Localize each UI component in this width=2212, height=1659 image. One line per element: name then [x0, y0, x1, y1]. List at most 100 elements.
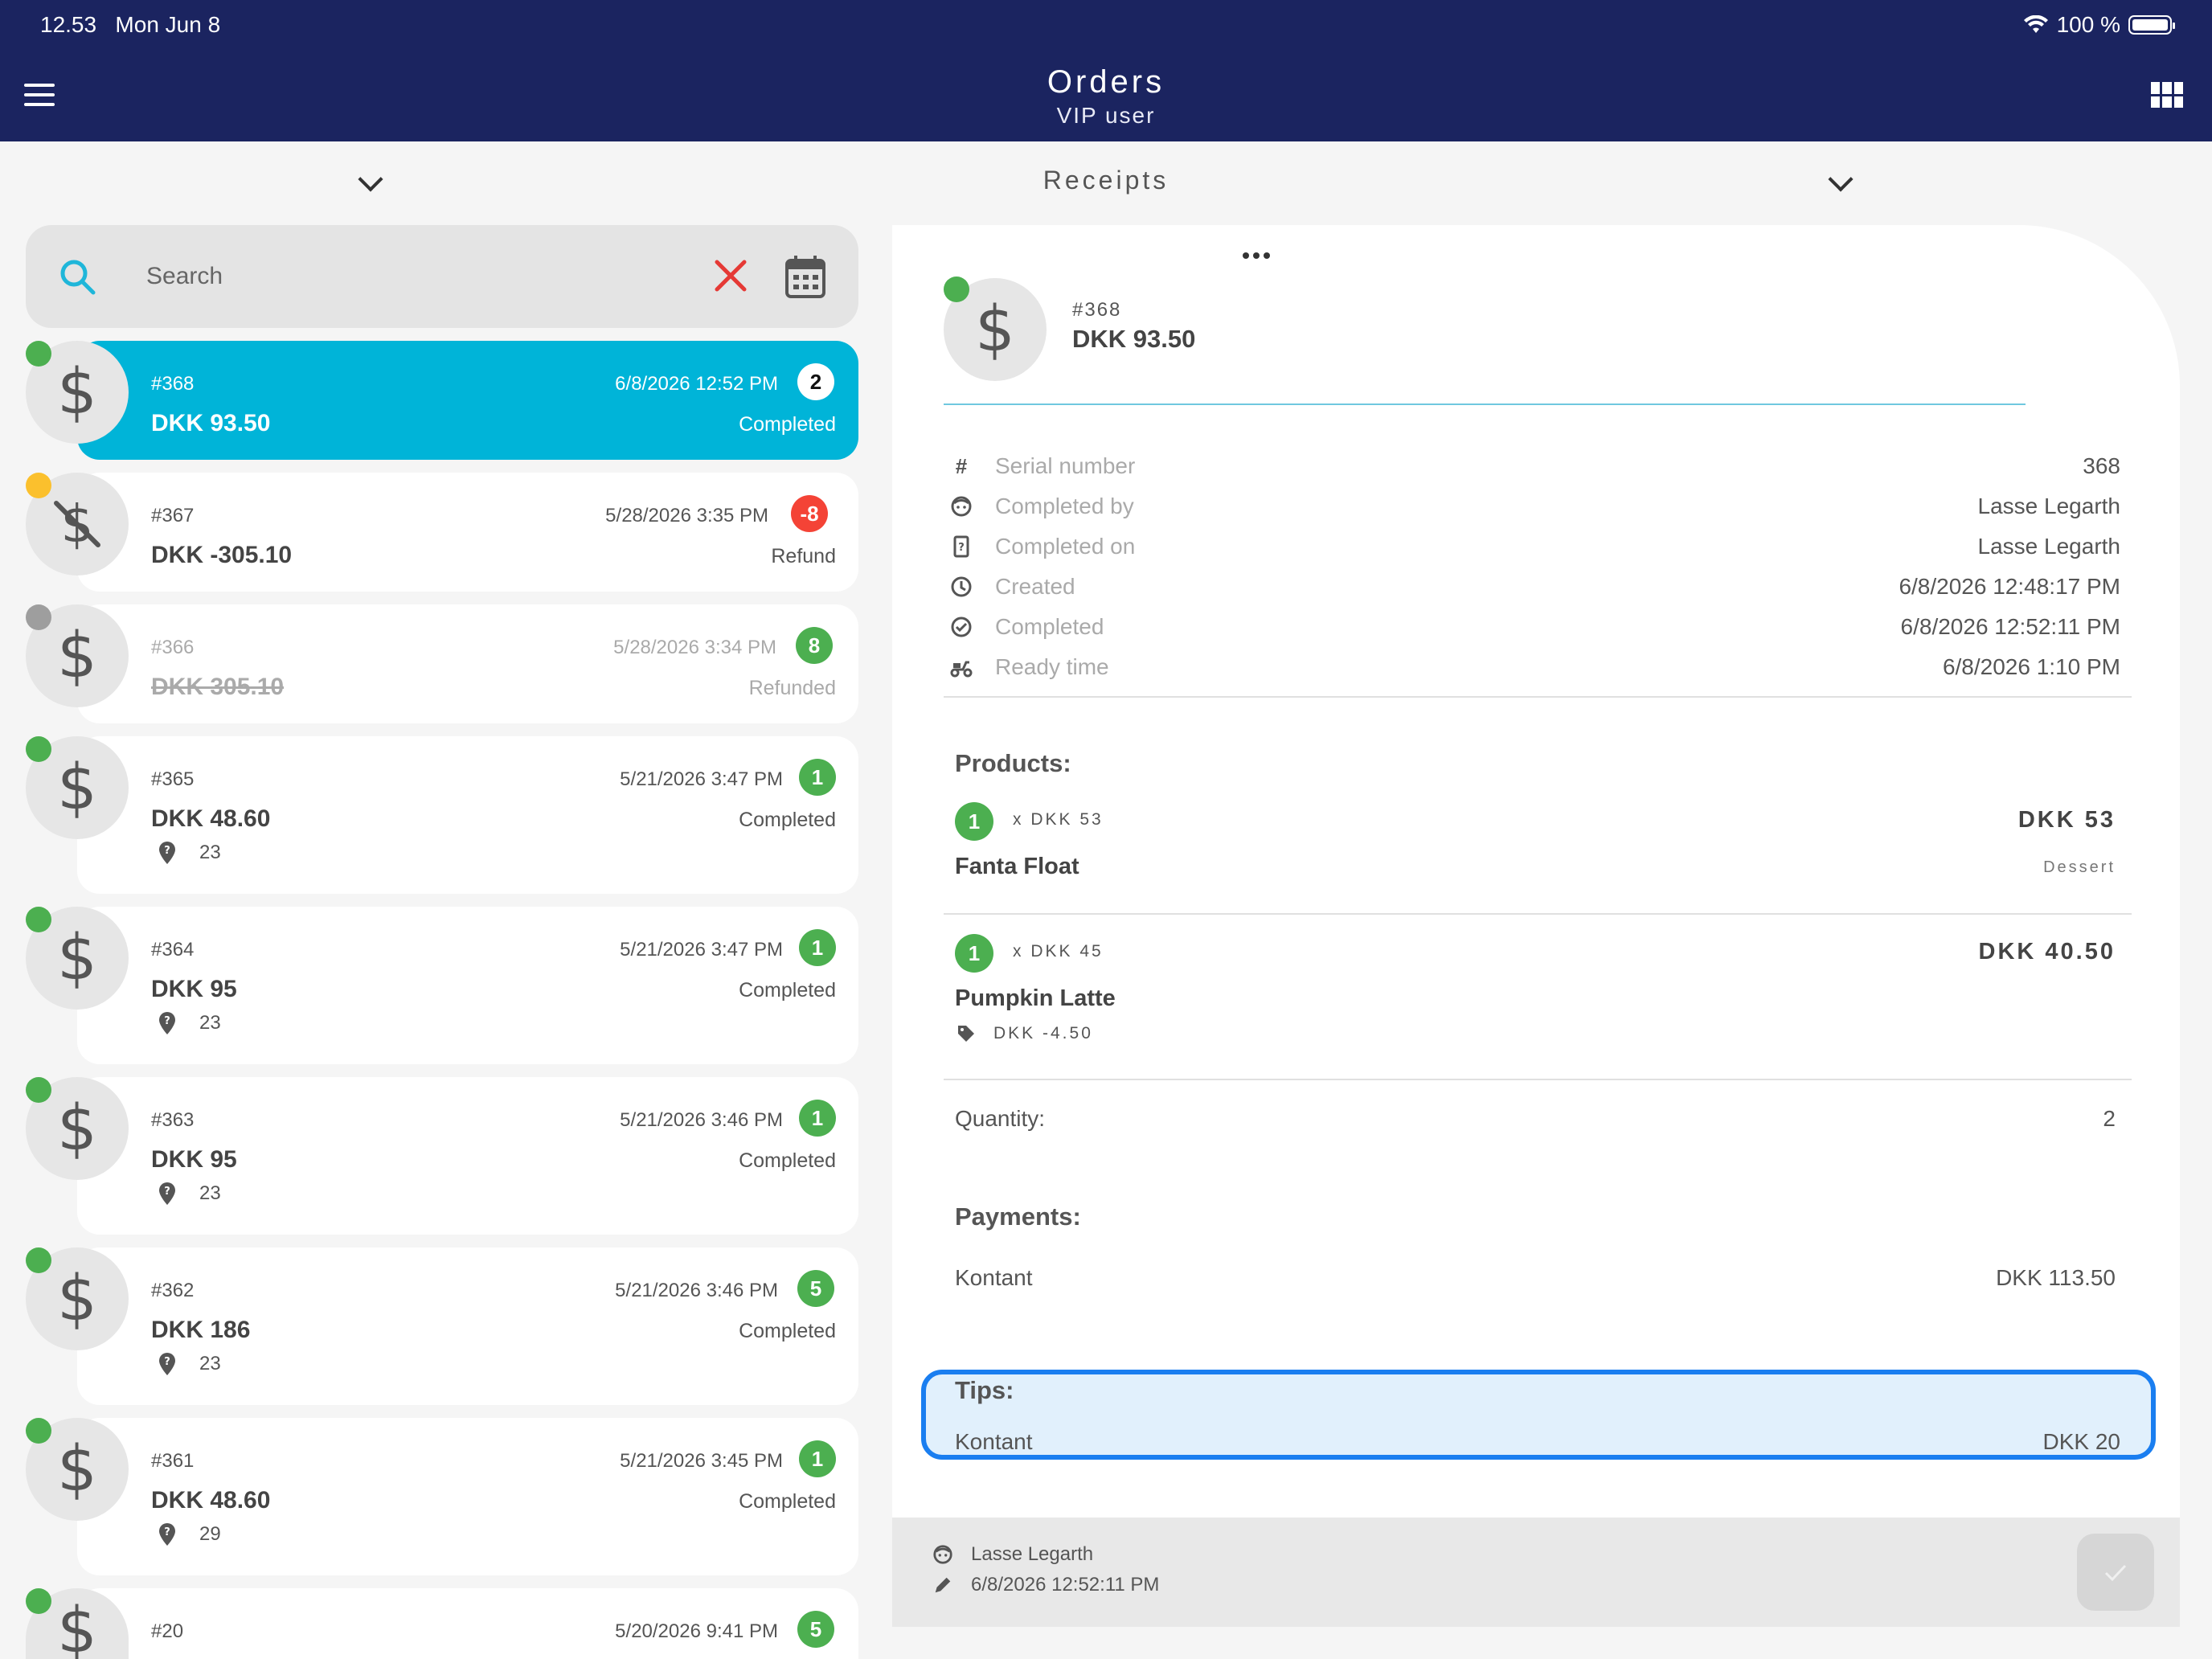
search-input[interactable] — [146, 254, 709, 299]
svg-text:?: ? — [164, 1015, 170, 1027]
location-pin-icon: ? — [159, 1012, 175, 1034]
order-list-item[interactable]: #367 5/28/2026 3:35 PM -8 DKK -305.10 Re… — [77, 473, 858, 592]
divider — [944, 696, 2132, 698]
footer-edited: 6/8/2026 12:52:11 PM — [932, 1574, 1159, 1596]
section-title: Receipts — [1043, 166, 1169, 195]
table-number: 29 — [199, 1523, 221, 1545]
order-list-item[interactable]: #366 5/28/2026 3:34 PM 8 DKK 305.10 Refu… — [77, 604, 858, 723]
divider — [944, 1079, 2132, 1080]
item-count-badge: 1 — [799, 759, 836, 796]
info-label: Completed — [995, 614, 1104, 639]
order-amount: DKK 48.60 — [151, 1487, 271, 1514]
order-date: 5/21/2026 3:45 PM — [620, 1450, 783, 1472]
receipt-amount: DKK 93.50 — [1072, 325, 1196, 353]
payment-amount: DKK 113.50 — [1996, 1265, 2116, 1290]
info-label: Completed on — [995, 534, 1136, 559]
location-pin-icon: ? — [159, 842, 175, 864]
clock-icon — [951, 576, 972, 597]
status-dot — [26, 736, 51, 762]
info-serial-number: # Serial number 368 — [950, 450, 2120, 482]
order-list-item[interactable]: #362 5/21/2026 3:46 PM 5 DKK 186 Complet… — [77, 1247, 858, 1405]
order-list-item[interactable]: #361 5/21/2026 3:45 PM 1 DKK 48.60 Compl… — [77, 1418, 858, 1575]
tips-section[interactable]: Tips: Kontant DKK 20 — [921, 1370, 2156, 1460]
user-face-icon — [933, 1545, 952, 1564]
status-date: Mon Jun 8 — [115, 12, 221, 37]
order-status: Refund — [771, 545, 836, 567]
order-list-item[interactable]: #365 5/21/2026 3:47 PM 1 DKK 48.60 Compl… — [77, 736, 858, 894]
info-label: Created — [995, 574, 1075, 599]
table-number: 23 — [199, 1353, 221, 1374]
search-bar — [26, 225, 858, 328]
svg-text:?: ? — [958, 542, 965, 554]
order-list-item[interactable]: #368 6/8/2026 12:52 PM 2 DKK 93.50 Compl… — [77, 341, 858, 460]
status-dot — [26, 1247, 51, 1273]
info-value: Lasse Legarth — [1977, 534, 2120, 559]
item-count-badge: -8 — [791, 495, 828, 532]
order-number: #365 — [151, 768, 195, 790]
order-date: 5/21/2026 3:46 PM — [615, 1280, 778, 1301]
grid-view-icon[interactable] — [2151, 82, 2183, 108]
location-pin-icon: ? — [159, 1523, 175, 1546]
svg-text:?: ? — [164, 845, 170, 857]
order-status: Completed — [739, 1320, 836, 1342]
status-dot — [26, 907, 51, 932]
table-number: 23 — [199, 1182, 221, 1204]
order-date: 5/20/2026 9:41 PM — [615, 1620, 778, 1642]
order-date: 6/8/2026 12:52 PM — [615, 373, 778, 395]
order-status: Completed — [739, 1149, 836, 1172]
product-name: Pumpkin Latte — [955, 985, 1116, 1011]
status-dot — [26, 473, 51, 498]
item-count-badge: 1 — [799, 1100, 836, 1137]
status-dot — [26, 1588, 51, 1614]
wifi-icon — [2023, 15, 2048, 33]
payment-method: Kontant — [955, 1265, 1033, 1290]
product-quantity-badge: 1 — [955, 802, 993, 841]
quantity-value: 2 — [2103, 1106, 2116, 1131]
battery-percent: 100 % — [2056, 12, 2120, 37]
info-value: 6/8/2026 12:52:11 PM — [1900, 614, 2120, 639]
product-quantity-badge: 1 — [955, 934, 993, 973]
page-title: Orders — [1047, 64, 1165, 100]
more-options-icon[interactable] — [1243, 248, 1275, 264]
order-list-item[interactable]: #20 5/20/2026 9:41 PM 5 — [77, 1588, 858, 1659]
tip-row: Kontant DKK 20 — [955, 1429, 2120, 1455]
item-count-badge: 1 — [799, 929, 836, 966]
order-list-item[interactable]: #364 5/21/2026 3:47 PM 1 DKK 95 Complete… — [77, 907, 858, 1064]
table-info: ? 23 — [158, 1352, 221, 1376]
order-date: 5/21/2026 3:47 PM — [620, 768, 783, 790]
clear-icon[interactable] — [712, 257, 749, 294]
device-icon: ? — [953, 535, 969, 558]
order-amount: DKK 48.60 — [151, 805, 271, 832]
status-dot — [26, 341, 51, 367]
tag-icon — [958, 1026, 974, 1042]
scooter-icon — [950, 661, 973, 678]
order-amount: DKK 93.50 — [151, 410, 271, 436]
order-status: Completed — [739, 1490, 836, 1513]
order-list-item[interactable]: #363 5/21/2026 3:46 PM 1 DKK 95 Complete… — [77, 1077, 858, 1235]
order-number: #363 — [151, 1109, 195, 1131]
product-name: Fanta Float — [955, 854, 1079, 879]
order-date: 5/28/2026 3:35 PM — [605, 505, 768, 526]
info-value: Lasse Legarth — [1977, 494, 2120, 518]
table-number: 23 — [199, 842, 221, 863]
info-label: Serial number — [995, 453, 1136, 478]
table-number: 23 — [199, 1012, 221, 1034]
check-icon — [2104, 1564, 2127, 1582]
confirm-button[interactable] — [2077, 1534, 2154, 1611]
order-date: 5/21/2026 3:46 PM — [620, 1109, 783, 1131]
search-icon[interactable] — [58, 257, 98, 297]
battery-icon — [2128, 15, 2175, 35]
status-clock: 12.53 — [40, 12, 97, 37]
order-status: Refunded — [748, 677, 836, 699]
status-dot — [944, 276, 969, 302]
hash-icon: # — [955, 453, 968, 478]
location-pin-icon: ? — [159, 1182, 175, 1205]
info-label: Ready time — [995, 654, 1109, 679]
discount-amount: DKK -4.50 — [993, 1024, 1093, 1043]
order-status: Completed — [739, 809, 836, 831]
calendar-icon[interactable] — [784, 254, 826, 299]
status-time: 12.53 Mon Jun 8 — [40, 12, 220, 38]
tip-amount: DKK 20 — [2042, 1429, 2121, 1454]
receipt-detail-panel: $ #368 DKK 93.50 # Serial number 368 Com… — [892, 225, 2180, 1627]
order-number: #368 — [151, 373, 195, 395]
